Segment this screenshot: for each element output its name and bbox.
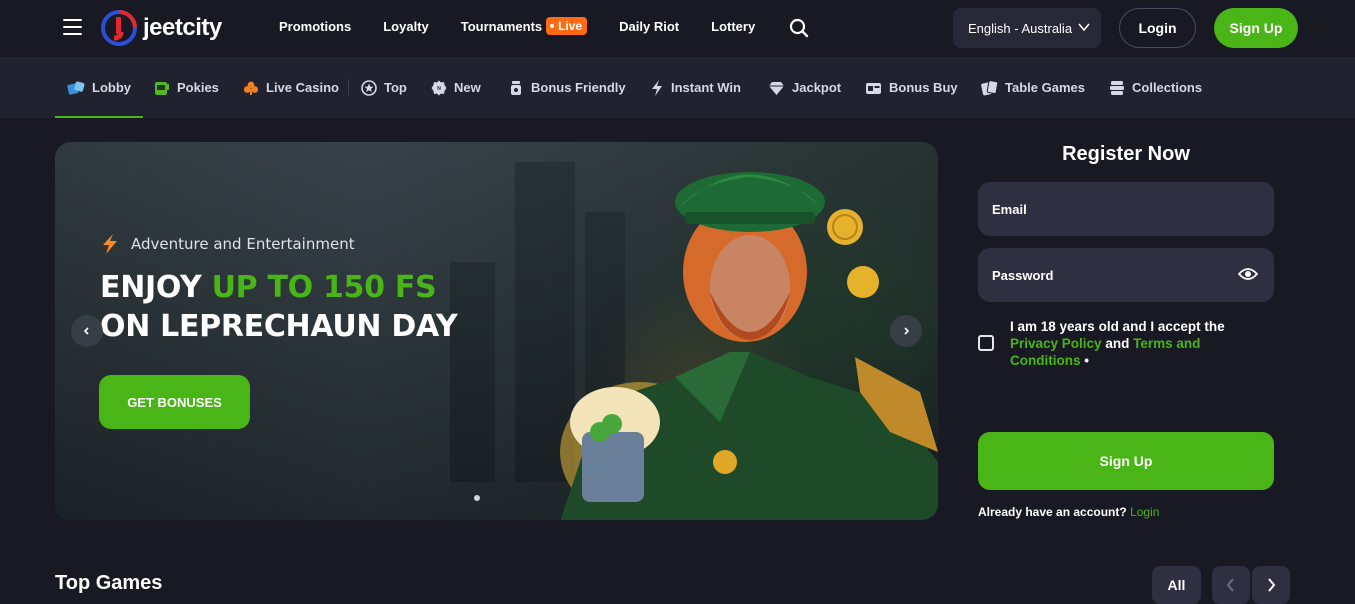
banner-title: ENJOY UP TO 150 FS ON LEPRECHAUN DAY [100, 268, 458, 346]
email-placeholder: Email [992, 201, 1027, 217]
category-bonus-buy[interactable]: Bonus Buy [865, 57, 958, 118]
category-lobby[interactable]: Lobby [55, 57, 143, 118]
bonus-jar-icon [511, 80, 521, 95]
password-placeholder: Password [992, 267, 1054, 283]
category-label: Bonus Friendly [531, 80, 626, 95]
live-badge: Live [546, 17, 588, 35]
chevron-right-icon [1268, 578, 1276, 592]
language-select[interactable]: English - Australia [953, 8, 1101, 48]
site-logo[interactable]: jeetcity [101, 10, 222, 46]
menu-icon[interactable] [63, 19, 82, 35]
top-header: jeetcity Promotions Loyalty Tournaments … [0, 0, 1355, 57]
category-label: Top [384, 80, 407, 95]
nav-tournaments[interactable]: Tournaments Live [460, 17, 588, 35]
category-label: Live Casino [266, 80, 339, 95]
live-dot-icon [550, 24, 555, 28]
chevron-left-icon [1226, 578, 1234, 592]
privacy-policy-link[interactable]: Privacy Policy [1010, 336, 1102, 351]
have-account-text: Already have an account? Login [978, 505, 1159, 519]
category-label: Bonus Buy [889, 80, 958, 95]
diamond-icon [769, 81, 784, 95]
nav-tournaments-label: Tournaments [460, 18, 543, 34]
slot-machine-icon [155, 81, 169, 95]
dice-icon [67, 81, 85, 95]
category-live-casino[interactable]: Live Casino [243, 57, 339, 118]
consent-and: and [1105, 336, 1130, 351]
all-games-button[interactable]: All [1152, 566, 1201, 604]
signup-button[interactable]: Sign Up [1214, 8, 1298, 48]
category-new[interactable]: N New [431, 57, 481, 118]
live-badge-label: Live [558, 19, 583, 33]
new-badge-icon: N [431, 80, 447, 95]
top-games-title: Top Games [55, 572, 163, 594]
password-field[interactable]: Password [978, 248, 1274, 302]
age-terms-checkbox[interactable] [978, 335, 994, 351]
language-label: English - Australia [968, 20, 1073, 36]
carousel-dot[interactable] [474, 495, 480, 501]
nav-daily-riot[interactable]: Daily Riot [619, 19, 679, 34]
jeetcity-logo-icon [101, 10, 137, 46]
category-label: Jackpot [792, 80, 842, 95]
category-divider [348, 79, 349, 95]
category-label: Pokies [177, 80, 219, 95]
register-title: Register Now [1062, 143, 1190, 165]
category-pokies[interactable]: Pokies [154, 57, 219, 118]
banner-prev-button[interactable] [71, 315, 103, 347]
search-icon[interactable] [789, 18, 809, 38]
category-label: Lobby [92, 80, 131, 95]
nav-loyalty[interactable]: Loyalty [383, 19, 429, 34]
nav-promotions[interactable]: Promotions [279, 19, 351, 34]
login-link[interactable]: Login [1130, 505, 1159, 519]
lightning-icon [652, 79, 662, 96]
login-button[interactable]: Login [1119, 8, 1196, 48]
category-bonus-friendly[interactable]: Bonus Friendly [508, 57, 626, 118]
category-table-games[interactable]: Table Games [981, 57, 1085, 118]
chevron-right-icon [904, 327, 910, 335]
chevron-left-icon [83, 327, 89, 335]
consent-label: I am 18 years old and I accept the [1010, 319, 1225, 334]
logo-text: jeetcity [143, 14, 222, 41]
category-top[interactable]: Top [361, 57, 407, 118]
cards-icon [981, 79, 998, 95]
promo-banner: Adventure and Entertainment ENJOY UP TO … [55, 142, 938, 520]
consent-text: I am 18 years old and I accept the Priva… [1010, 318, 1260, 369]
carousel-dots [474, 495, 480, 501]
banner-next-button[interactable] [890, 315, 922, 347]
games-next-button[interactable] [1252, 566, 1290, 604]
category-label: Collections [1132, 80, 1203, 95]
leprechaun-illustration [560, 172, 938, 520]
banner-title-line2: ON LEPRECHAUN DAY [100, 309, 458, 344]
club-icon [243, 81, 259, 95]
category-jackpot[interactable]: Jackpot [768, 57, 841, 118]
category-instant-win[interactable]: Instant Win [650, 57, 741, 118]
required-mark: • [1084, 353, 1089, 368]
games-prev-button[interactable] [1212, 566, 1250, 604]
banner-title-part: ENJOY [100, 270, 212, 305]
category-nav: Lobby Pokies Live Casino Top N New Bonus… [0, 57, 1355, 118]
ticket-icon [866, 82, 881, 94]
eye-icon[interactable] [1238, 266, 1258, 282]
main-nav: Promotions Loyalty Tournaments Live Dail… [279, 17, 787, 35]
category-label: Instant Win [671, 80, 741, 95]
chevron-down-icon [1078, 23, 1090, 32]
register-signup-button[interactable]: Sign Up [978, 432, 1274, 490]
star-icon [361, 79, 377, 96]
banner-subtitle: Adventure and Entertainment [101, 234, 355, 254]
lightning-icon [103, 234, 117, 254]
nav-lottery[interactable]: Lottery [711, 19, 755, 34]
banner-subtitle-text: Adventure and Entertainment [131, 235, 355, 253]
category-label: Table Games [1005, 80, 1085, 95]
get-bonuses-button[interactable]: GET BONUSES [99, 375, 250, 429]
category-label: New [454, 80, 481, 95]
email-field[interactable]: Email [978, 182, 1274, 236]
have-account-label: Already have an account? [978, 505, 1127, 519]
category-collections[interactable]: Collections [1109, 57, 1202, 118]
svg-text:N: N [437, 86, 441, 92]
banner-title-highlight: UP TO 150 FS [211, 270, 437, 305]
stack-icon [1110, 80, 1124, 95]
